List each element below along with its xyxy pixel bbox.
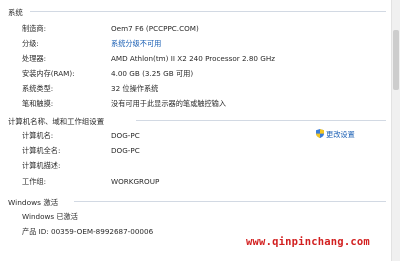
scrollbar-thumb[interactable] xyxy=(393,30,399,90)
processor-value: AMD Athlon(tm) II X2 240 Processor 2.80 … xyxy=(111,54,276,63)
manufacturer-value: Oem7 F6 (PCCPPC.COM) xyxy=(111,24,199,33)
workgroup-label: 工作组: xyxy=(22,177,46,186)
activation-section-header: Windows 激活 xyxy=(8,198,59,207)
computer-name-section-divider xyxy=(136,120,386,121)
system-type-label: 系统类型: xyxy=(22,84,54,93)
change-settings-link[interactable]: 更改设置 xyxy=(326,131,355,138)
product-id: 产品 ID: 00359-OEM-8992687-00006 xyxy=(22,227,154,236)
computer-name-section-header: 计算机名称、域和工作组设置 xyxy=(8,117,105,126)
system-section-header: 系统 xyxy=(8,8,23,17)
activation-section-divider xyxy=(74,201,386,202)
rating-link[interactable]: 系统分级不可用 xyxy=(111,39,161,49)
workgroup-value: WORKGROUP xyxy=(111,177,160,186)
memory-label: 安装内存(RAM): xyxy=(22,69,75,78)
pen-touch-label: 笔和触摸: xyxy=(22,99,54,108)
watermark-text: www.qinpinchang.com xyxy=(246,236,370,248)
full-computer-name-value: DOG-PC xyxy=(111,146,140,155)
vertical-scrollbar[interactable] xyxy=(391,0,400,261)
computer-description-label: 计算机描述: xyxy=(22,161,61,170)
processor-label: 处理器: xyxy=(22,54,46,63)
manufacturer-label: 制造商: xyxy=(22,24,46,33)
rating-label: 分级: xyxy=(22,39,39,48)
computer-name-value: DOG-PC xyxy=(111,131,140,140)
pen-touch-value: 没有可用于此显示器的笔或触控输入 xyxy=(111,99,227,108)
system-section-divider xyxy=(30,11,386,12)
memory-value: 4.00 GB (3.25 GB 可用) xyxy=(111,69,194,78)
system-type-value: 32 位操作系统 xyxy=(111,84,159,93)
shield-icon[interactable] xyxy=(316,129,324,138)
activation-status: Windows 已激活 xyxy=(22,212,78,221)
full-computer-name-label: 计算机全名: xyxy=(22,146,61,155)
computer-name-label: 计算机名: xyxy=(22,131,54,140)
